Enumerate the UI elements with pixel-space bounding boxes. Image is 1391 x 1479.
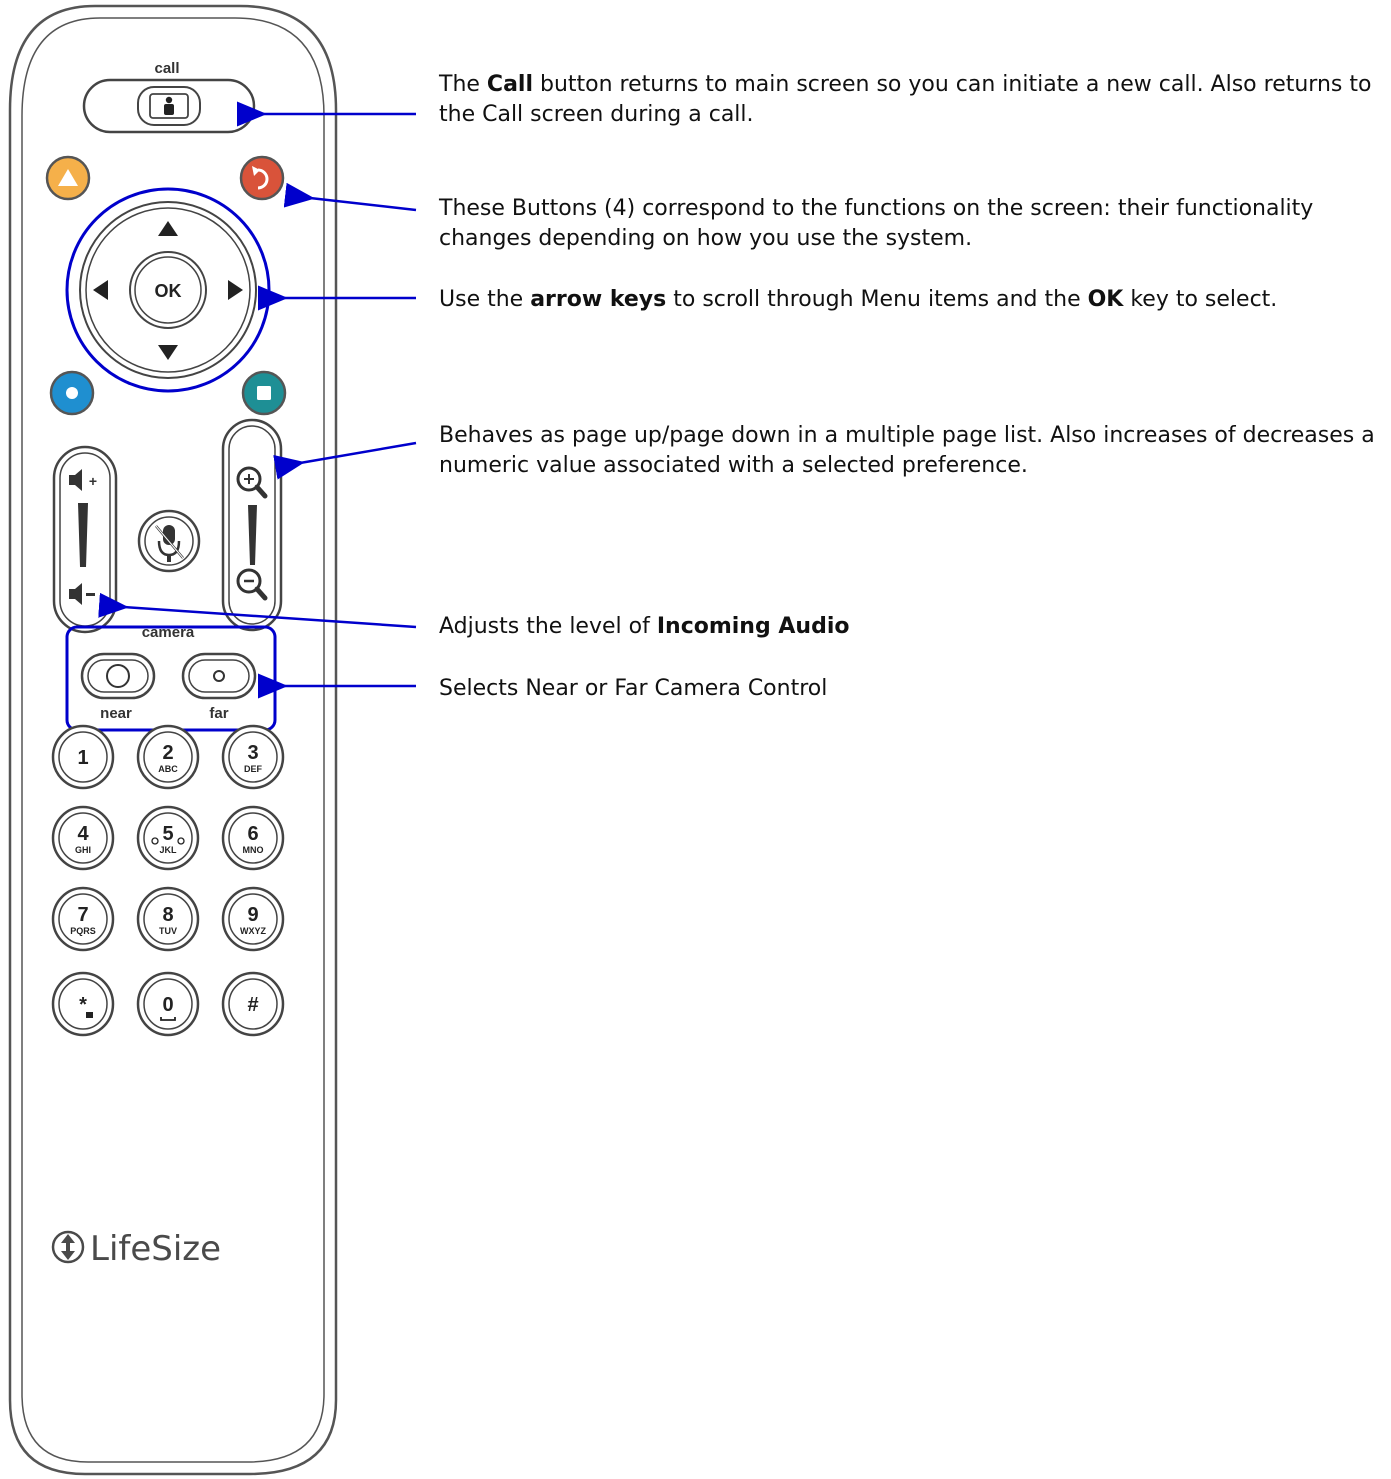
function-buttons-annotation: These Buttons (4) correspond to the func… (439, 196, 1314, 251)
keypad-letters: WXYZ (240, 926, 267, 936)
keypad-digit: 7 (77, 904, 88, 926)
navigation-pad: OK (79, 201, 257, 379)
keypad-letters: GHI (75, 845, 91, 855)
keypad-digit: 8 (162, 904, 173, 926)
svg-text:+: + (89, 473, 97, 489)
keypad-digit: # (247, 994, 258, 1016)
arrows-annotation: Use the arrow keys to scroll through Men… (439, 287, 1278, 312)
keypad-key-4[interactable]: 4GHI (51, 805, 115, 871)
zoom-rocker[interactable] (221, 418, 283, 632)
keypad-digit: 6 (247, 823, 258, 845)
yellow-function-button[interactable] (45, 155, 91, 201)
ok-label: OK (155, 281, 182, 301)
page-annotation: Behaves as page up/page down in a multip… (439, 423, 1375, 478)
keypad-digit: 5 (162, 823, 173, 845)
red-function-button[interactable] (239, 155, 285, 201)
keypad-key-1[interactable]: 1 (51, 724, 115, 790)
keypad-letters: MNO (243, 845, 264, 855)
keypad-digit: 1 (77, 747, 88, 769)
keypad-digit: 9 (247, 904, 258, 926)
keypad-key-9[interactable]: 9WXYZ (221, 886, 285, 952)
ok-button[interactable]: OK (129, 251, 207, 329)
keypad-digit: * (79, 994, 87, 1016)
keypad-letters: JKL (159, 845, 177, 855)
keypad-digit: 4 (77, 823, 89, 845)
keypad-letters: DEF (244, 764, 263, 774)
keypad-digit: 2 (162, 742, 173, 764)
keypad-letters: TUV (159, 926, 177, 936)
near-camera-button[interactable] (80, 652, 156, 700)
keypad-key-hash[interactable]: # (221, 971, 285, 1037)
keypad-key-0[interactable]: 0 (136, 971, 200, 1037)
mute-button[interactable] (137, 509, 201, 573)
camera-annotation: Selects Near or Far Camera Control (439, 676, 828, 701)
call-label: call (154, 60, 179, 77)
near-label: near (100, 705, 132, 722)
call-button[interactable] (82, 78, 256, 134)
keypad-key-3[interactable]: 3DEF (221, 724, 285, 790)
keypad-key-5[interactable]: 5JKL (136, 805, 200, 871)
far-camera-button[interactable] (181, 652, 257, 700)
keypad-letters: ABC (158, 764, 178, 774)
volume-rocker[interactable]: + (52, 445, 118, 634)
keypad-letters: PQRS (70, 926, 96, 936)
keypad-key-8[interactable]: 8TUV (136, 886, 200, 952)
teal-function-button[interactable] (241, 370, 287, 416)
far-label: far (209, 705, 228, 722)
blue-function-button[interactable] (49, 370, 95, 416)
call-annotation: The Call button returns to main screen s… (439, 72, 1372, 127)
keypad-key-star[interactable]: * (51, 971, 115, 1037)
keypad-digit: 0 (162, 994, 173, 1016)
brand-name: LifeSize (90, 1229, 221, 1269)
dot-icon (86, 1012, 93, 1018)
keypad-key-6[interactable]: 6MNO (221, 805, 285, 871)
audio-annotation: Adjusts the level of Incoming Audio (439, 614, 850, 639)
keypad-key-2[interactable]: 2ABC (136, 724, 200, 790)
keypad-digit: 3 (247, 742, 258, 764)
keypad-key-7[interactable]: 7PQRS (51, 886, 115, 952)
